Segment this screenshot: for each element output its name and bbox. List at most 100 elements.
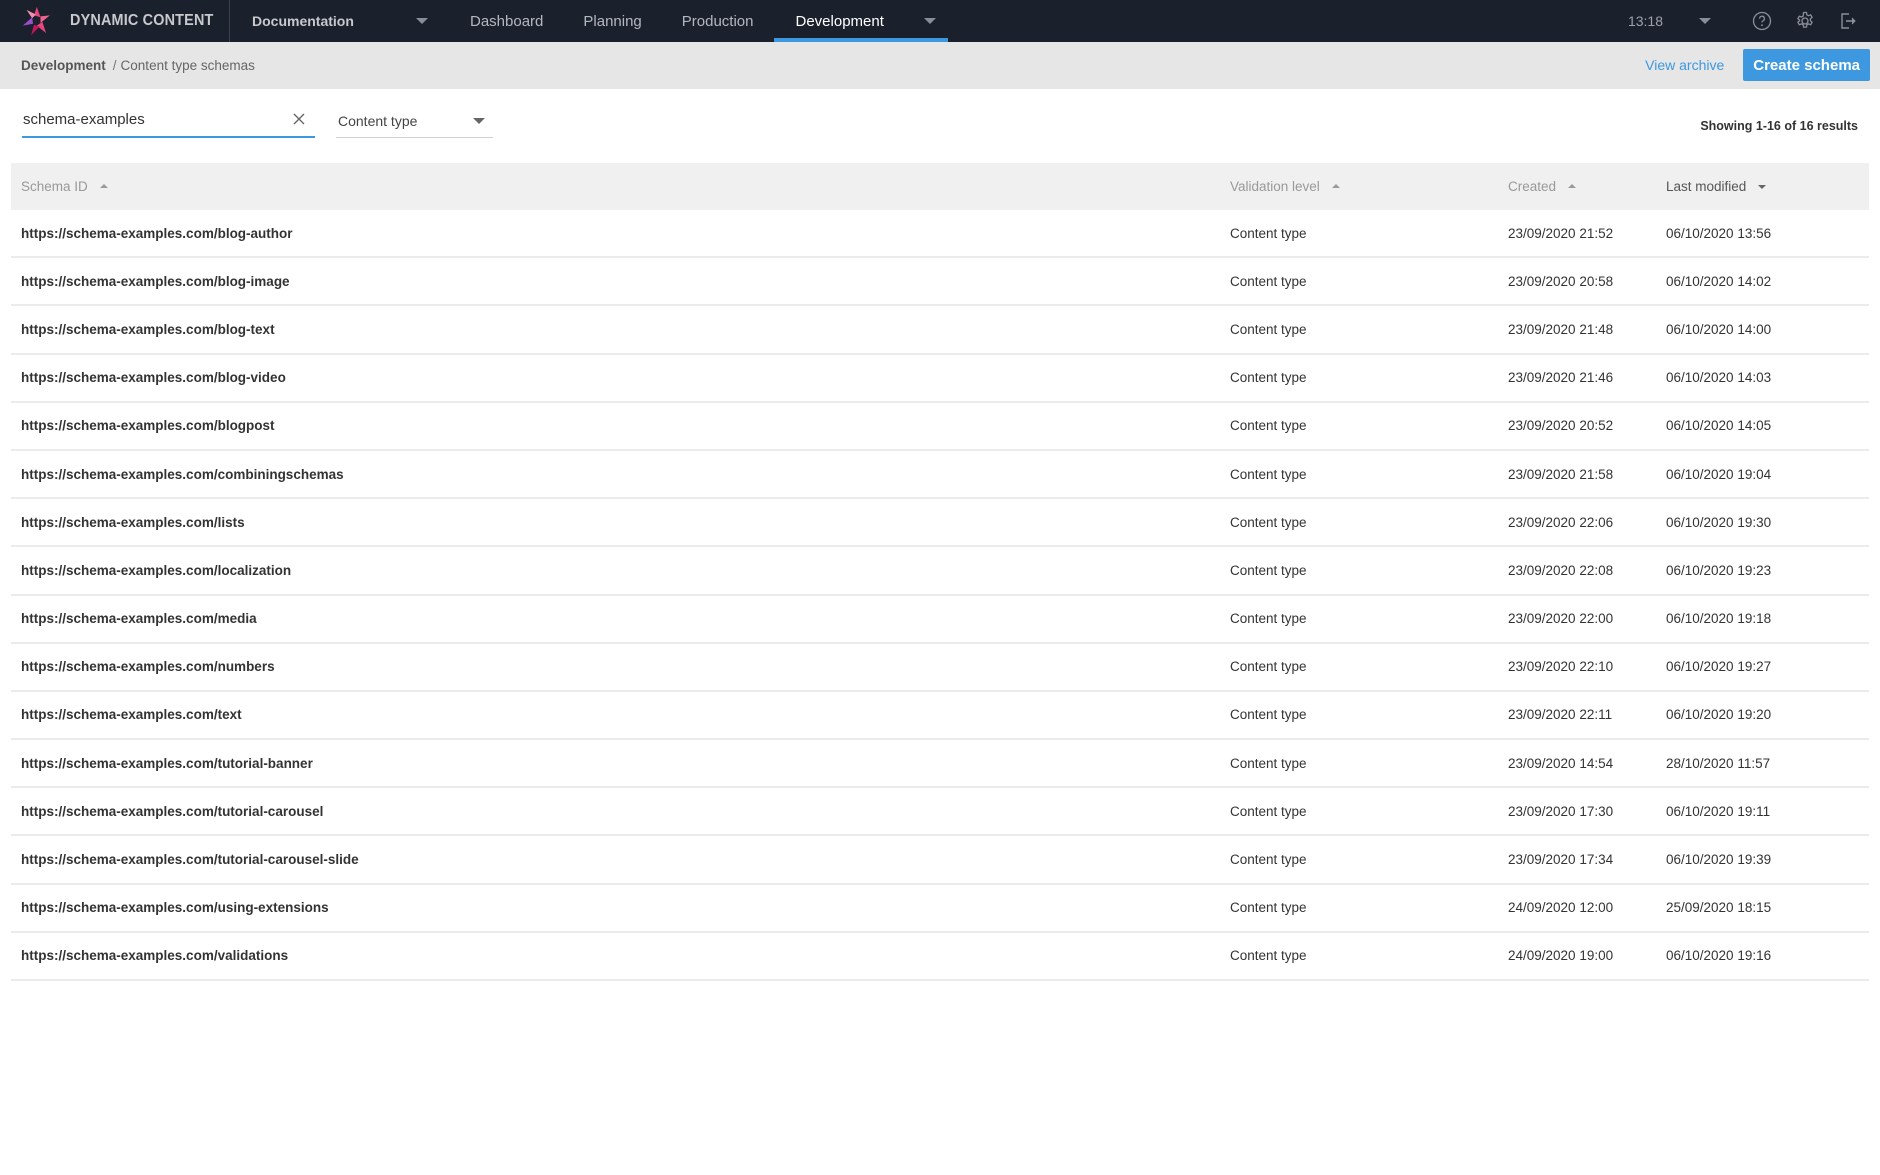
validation-level-cell: Content type xyxy=(1230,611,1307,627)
last-modified-cell: 06/10/2020 14:02 xyxy=(1666,273,1772,289)
table-row[interactable]: https://schema-examples.com/blog-image Co… xyxy=(11,258,1869,307)
validation-level-cell: Content type xyxy=(1230,852,1307,868)
column-label: Schema ID xyxy=(21,179,88,194)
table-header: Schema ID Validation level Created Last … xyxy=(11,163,1869,210)
search-field xyxy=(22,108,315,138)
schema-id-cell: https://schema-examples.com/tutorial-ban… xyxy=(21,755,313,771)
chevron-down-icon xyxy=(473,117,485,124)
page-actions: View archive Create schema xyxy=(1645,49,1870,81)
column-header-validation-level[interactable]: Validation level xyxy=(1230,179,1508,194)
schema-id-cell: https://schema-examples.com/lists xyxy=(21,514,245,530)
hub-name: Documentation xyxy=(252,13,354,29)
chevron-down-icon[interactable] xyxy=(1699,18,1711,24)
clock: 13:18 xyxy=(1627,13,1663,29)
breadcrumb-separator: / xyxy=(112,58,117,73)
table-row[interactable]: https://schema-examples.com/combiningsch… xyxy=(11,451,1869,500)
validation-level-cell: Content type xyxy=(1230,755,1307,771)
top-navigation-bar: DYNAMIC CONTENT Documentation Dashboard … xyxy=(0,0,1880,42)
hub-selector[interactable]: Documentation xyxy=(230,0,438,42)
nav-tab-label: Planning xyxy=(583,12,642,30)
table-row[interactable]: https://schema-examples.com/validations C… xyxy=(11,933,1869,981)
create-schema-button[interactable]: Create schema xyxy=(1743,49,1870,81)
created-cell: 24/09/2020 19:00 xyxy=(1508,948,1614,964)
validation-level-cell: Content type xyxy=(1230,225,1307,241)
created-cell: 23/09/2020 20:58 xyxy=(1508,273,1614,289)
schema-id-cell: https://schema-examples.com/numbers xyxy=(21,659,275,675)
last-modified-cell: 06/10/2020 19:20 xyxy=(1666,707,1772,723)
content-type-filter-value: Content type xyxy=(338,112,418,129)
table-row[interactable]: https://schema-examples.com/blogpost Cont… xyxy=(11,403,1869,451)
column-label: Last modified xyxy=(1666,179,1747,194)
table-row[interactable]: https://schema-examples.com/tutorial-car… xyxy=(11,788,1869,837)
nav-tab-planning[interactable]: Planning xyxy=(563,0,661,42)
created-cell: 23/09/2020 22:10 xyxy=(1508,659,1614,675)
table-row[interactable]: https://schema-examples.com/media Content… xyxy=(11,596,1869,644)
schema-id-cell: https://schema-examples.com/blog-image xyxy=(21,273,290,289)
table-row[interactable]: https://schema-examples.com/blog-author C… xyxy=(11,210,1869,259)
last-modified-cell: 06/10/2020 19:23 xyxy=(1666,562,1772,578)
table-row[interactable]: https://schema-examples.com/tutorial-ban… xyxy=(11,740,1869,789)
table-body: https://schema-examples.com/blog-author C… xyxy=(11,210,1869,981)
validation-level-cell: Content type xyxy=(1230,321,1307,337)
created-cell: 23/09/2020 17:34 xyxy=(1508,852,1614,868)
sort-ascending-icon xyxy=(1568,183,1577,188)
last-modified-cell: 06/10/2020 14:00 xyxy=(1666,321,1772,337)
main-nav: Dashboard Planning Production Developmen… xyxy=(450,0,949,42)
top-right-controls: 13:18 xyxy=(1628,0,1880,42)
created-cell: 24/09/2020 12:00 xyxy=(1508,900,1614,916)
table-row[interactable]: https://schema-examples.com/tutorial-car… xyxy=(11,836,1869,885)
validation-level-cell: Content type xyxy=(1230,370,1307,386)
breadcrumb-root[interactable]: Development xyxy=(21,58,106,73)
column-header-schema-id[interactable]: Schema ID xyxy=(11,179,1230,194)
table-row[interactable]: https://schema-examples.com/localization… xyxy=(11,547,1869,596)
dynamic-content-logo-icon xyxy=(22,7,50,35)
brand-logo[interactable]: DYNAMIC CONTENT xyxy=(0,0,230,42)
table-row[interactable]: https://schema-examples.com/text Content … xyxy=(11,692,1869,741)
nav-tab-dashboard[interactable]: Dashboard xyxy=(450,0,563,42)
created-cell: 23/09/2020 22:00 xyxy=(1508,611,1614,627)
last-modified-cell: 06/10/2020 14:03 xyxy=(1666,370,1772,386)
schema-id-cell: https://schema-examples.com/localization xyxy=(21,562,292,578)
settings-icon[interactable] xyxy=(1794,10,1816,32)
sort-descending-icon xyxy=(1758,184,1767,189)
last-modified-cell: 25/09/2020 18:15 xyxy=(1666,900,1772,916)
help-icon[interactable] xyxy=(1751,10,1773,32)
validation-level-cell: Content type xyxy=(1230,418,1307,434)
last-modified-cell: 06/10/2020 19:30 xyxy=(1666,514,1772,530)
sort-ascending-icon xyxy=(1331,183,1340,188)
last-modified-cell: 06/10/2020 13:56 xyxy=(1666,225,1772,241)
column-header-last-modified[interactable]: Last modified xyxy=(1666,179,1866,194)
table-row[interactable]: https://schema-examples.com/blog-text Con… xyxy=(11,306,1869,355)
validation-level-cell: Content type xyxy=(1230,562,1307,578)
table-row[interactable]: https://schema-examples.com/using-extens… xyxy=(11,885,1869,933)
last-modified-cell: 06/10/2020 19:16 xyxy=(1666,948,1772,964)
search-input[interactable] xyxy=(22,110,282,134)
schema-id-cell: https://schema-examples.com/tutorial-car… xyxy=(21,803,324,819)
created-cell: 23/09/2020 21:48 xyxy=(1508,321,1614,337)
last-modified-cell: 06/10/2020 14:05 xyxy=(1666,418,1772,434)
clear-icon[interactable] xyxy=(291,111,307,127)
results-count: Showing 1-16 of 16 results xyxy=(1700,119,1858,133)
nav-tab-development[interactable]: Development xyxy=(773,0,949,42)
last-modified-cell: 06/10/2020 19:11 xyxy=(1666,803,1771,819)
created-cell: 23/09/2020 17:30 xyxy=(1508,803,1614,819)
chevron-down-icon[interactable] xyxy=(923,18,936,24)
schema-id-cell: https://schema-examples.com/using-extens… xyxy=(21,900,329,916)
table-row[interactable]: https://schema-examples.com/lists Content… xyxy=(11,499,1869,548)
column-header-created[interactable]: Created xyxy=(1508,179,1666,194)
nav-tab-production[interactable]: Production xyxy=(662,0,774,42)
table-row[interactable]: https://schema-examples.com/numbers Conte… xyxy=(11,644,1869,692)
created-cell: 23/09/2020 22:06 xyxy=(1508,514,1614,530)
validation-level-cell: Content type xyxy=(1230,900,1307,916)
schema-id-cell: https://schema-examples.com/blog-text xyxy=(21,321,275,337)
view-archive-link[interactable]: View archive xyxy=(1645,57,1724,73)
validation-level-cell: Content type xyxy=(1230,803,1307,819)
validation-level-cell: Content type xyxy=(1230,707,1307,723)
logout-icon[interactable] xyxy=(1837,10,1859,32)
validation-level-cell: Content type xyxy=(1230,273,1307,289)
table-row[interactable]: https://schema-examples.com/blog-video Co… xyxy=(11,355,1869,403)
created-cell: 23/09/2020 20:52 xyxy=(1508,418,1614,434)
content-type-filter-select[interactable]: Content type xyxy=(336,110,493,138)
nav-tab-label: Development xyxy=(795,12,884,30)
nav-tab-label: Production xyxy=(681,12,754,30)
